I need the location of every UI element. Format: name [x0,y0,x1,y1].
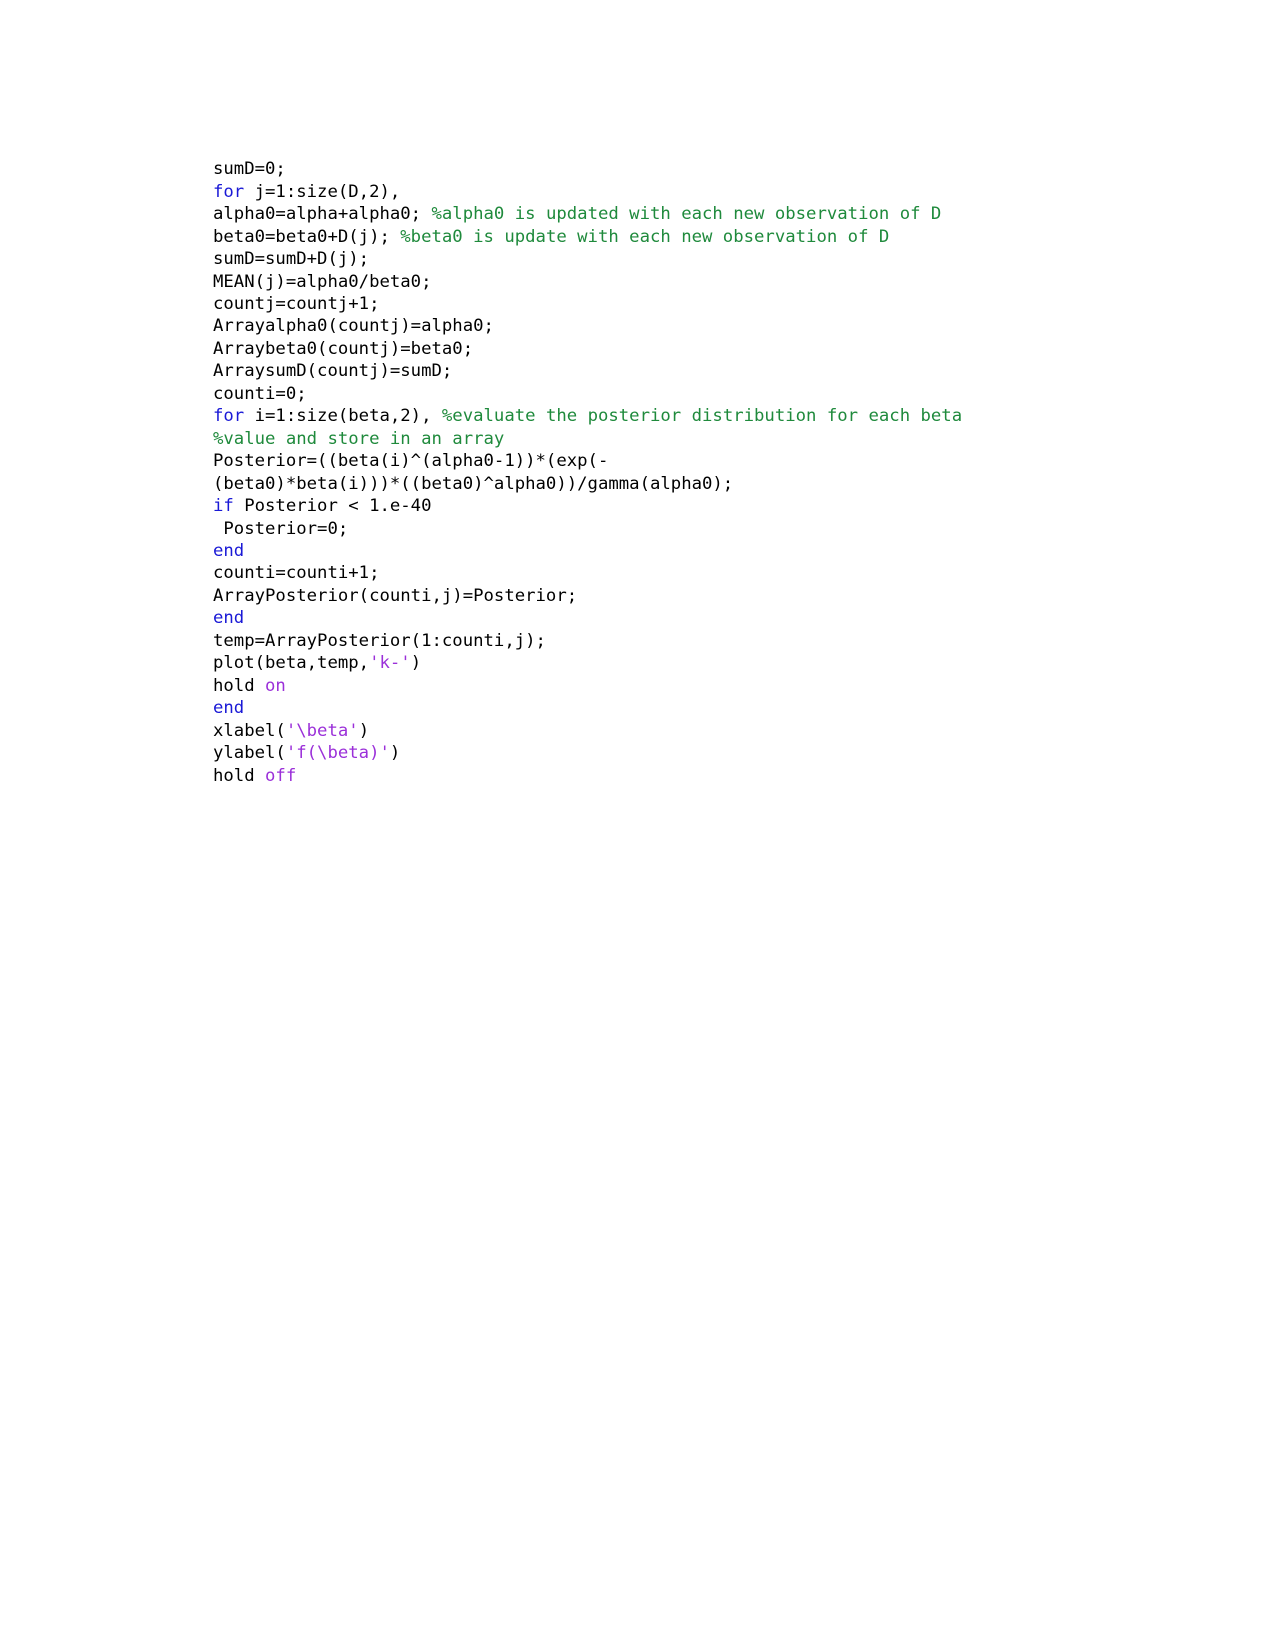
code-line: Posterior=((beta(i)^(alpha0-1))*(exp(- [213,450,1153,472]
code-token-keyword: for [213,406,245,427]
code-line: if Posterior < 1.e-40 [213,495,1153,517]
code-token-string: 'k-' [369,653,411,674]
code-line: counti=counti+1; [213,562,1153,584]
code-token-plain: ArrayPosterior(counti,j)=Posterior; [213,585,578,606]
code-token-plain: ) [358,720,370,741]
code-token-plain: countj=countj+1; [213,294,380,315]
code-token-keyword: end [213,541,245,561]
code-line: end [213,607,1153,629]
code-token-plain: hold [213,765,266,786]
code-token-plain: MEAN(j)=alpha0/beta0; [213,271,432,292]
code-token-plain: Arrayalpha0(countj)=alpha0; [213,316,494,337]
code-token-plain: alpha0=alpha+alpha0; [213,204,432,225]
code-token-string: 'f(\beta)' [285,743,390,764]
code-line: Posterior=0; [213,518,1153,540]
code-token-plain: hold [213,675,266,696]
code-line: Arraybeta0(countj)=beta0; [213,338,1153,360]
code-token-plain: Arraybeta0(countj)=beta0; [213,338,474,359]
code-line: temp=ArrayPosterior(1:counti,j); [213,630,1153,652]
code-token-plain: Posterior=0; [213,518,349,539]
code-line: hold off [213,765,1153,787]
code-line: sumD=0; [213,158,1153,180]
code-token-plain: ylabel( [213,743,286,764]
code-token-plain: plot(beta,temp, [213,653,370,674]
code-token-string: off [265,765,297,786]
code-token-plain: ArraysumD(countj)=sumD; [213,361,453,382]
code-token-plain: (beta0)*beta(i)))*((beta0)^alpha0))/gamm… [213,473,734,494]
code-line: plot(beta,temp,'k-') [213,652,1153,674]
code-line: end [213,540,1153,562]
code-line: (beta0)*beta(i)))*((beta0)^alpha0))/gamm… [213,473,1153,495]
code-line: hold on [213,675,1153,697]
code-token-keyword: end [213,698,245,719]
code-token-plain: Posterior < 1.e-40 [233,496,432,517]
code-token-comment: %value and store in an array [213,428,505,449]
code-token-plain: sumD=0; [213,159,286,180]
code-token-plain: i=1:size(beta,2), [244,406,442,427]
code-token-string: '\beta' [285,720,359,741]
code-token-plain: counti=0; [213,383,307,404]
code-line: Arrayalpha0(countj)=alpha0; [213,315,1153,337]
code-token-string: on [265,675,286,696]
matlab-code-listing: sumD=0; for j=1:size(D,2), alpha0=alpha+al… [213,158,1153,787]
code-token-plain: temp=ArrayPosterior(1:counti,j); [213,630,546,651]
code-token-plain: ) [389,743,401,764]
code-token-plain: j=1:size(D,2), [244,181,401,202]
code-line: MEAN(j)=alpha0/beta0; [213,271,1153,293]
code-token-plain: ) [410,653,422,674]
code-token-comment: %evaluate the posterior distribution for… [441,406,963,427]
code-line: xlabel('\beta') [213,720,1153,742]
code-token-keyword: end [213,608,245,629]
code-line: alpha0=alpha+alpha0; %alpha0 is updated … [213,203,1153,225]
code-token-plain: beta0=beta0+D(j); [213,226,401,247]
code-line: for j=1:size(D,2), [213,181,1153,203]
code-line: ArrayPosterior(counti,j)=Posterior; [213,585,1153,607]
code-token-comment: %beta0 is update with each new observati… [400,226,890,247]
code-line: end [213,697,1153,719]
code-token-keyword: if [213,496,234,517]
code-line: countj=countj+1; [213,293,1153,315]
document-page: sumD=0; for j=1:size(D,2), alpha0=alpha+al… [0,0,1275,1650]
code-token-plain: Posterior=((beta(i)^(alpha0-1))*(exp(- [213,451,609,472]
code-line: sumD=sumD+D(j); [213,248,1153,270]
code-token-plain: xlabel( [213,720,286,741]
code-line: for i=1:size(beta,2), %evaluate the post… [213,405,1153,427]
code-line: ArraysumD(countj)=sumD; [213,360,1153,382]
code-token-keyword: for [213,181,245,202]
code-token-plain: sumD=sumD+D(j); [213,249,370,270]
code-line: counti=0; [213,383,1153,405]
code-line: beta0=beta0+D(j); %beta0 is update with … [213,226,1153,248]
code-line: ylabel('f(\beta)') [213,742,1153,764]
code-token-plain: counti=counti+1; [213,563,380,584]
code-token-comment: %alpha0 is updated with each new observa… [431,204,942,225]
code-line: %value and store in an array [213,428,1153,450]
